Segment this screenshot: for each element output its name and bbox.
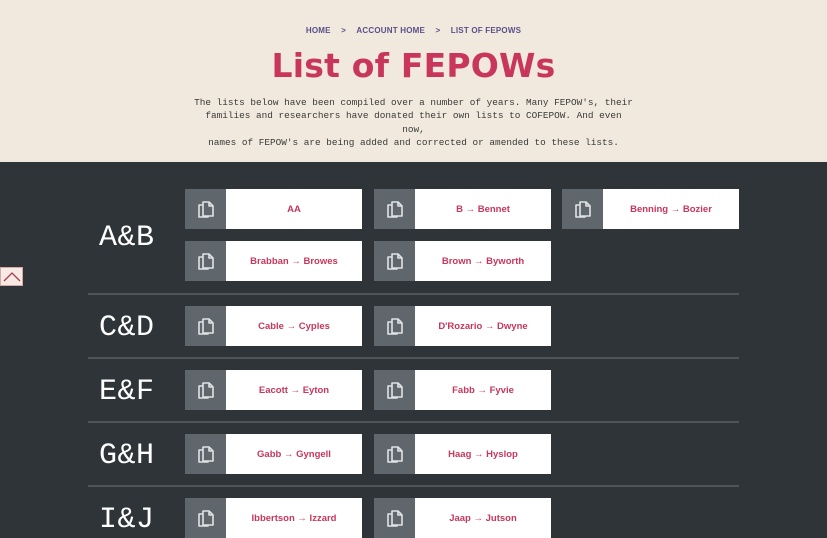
documents-icon <box>185 498 226 538</box>
list-card-label: Ibbertson → Izzard <box>226 498 362 538</box>
list-card-ibbertson-izzard[interactable]: Ibbertson → Izzard <box>185 498 362 538</box>
list-card-label: Cable → Cyples <box>226 306 362 346</box>
documents-icon <box>374 434 415 474</box>
list-card-haag-hyslop[interactable]: Haag → Hyslop <box>374 434 551 474</box>
documents-icon <box>185 306 226 346</box>
list-card-label: AA <box>226 189 362 229</box>
page-header: HOME > ACCOUNT HOME > LIST OF FEPOWS Lis… <box>0 0 827 162</box>
intro-line: names of FEPOW's are being added and cor… <box>208 136 619 148</box>
section-heading-g-h: G&H <box>99 439 155 473</box>
section-heading-c-d: C&D <box>99 311 155 345</box>
breadcrumb-current: LIST OF FEPOWS <box>450 26 522 35</box>
section-divider <box>88 293 739 295</box>
list-card-label: Brown → Byworth <box>415 241 551 281</box>
list-card-gabb-gyngell[interactable]: Gabb → Gyngell <box>185 434 362 474</box>
section-divider <box>88 357 739 359</box>
section-divider <box>88 421 739 423</box>
list-card-eacott-eyton[interactable]: Eacott → Eyton <box>185 370 362 410</box>
documents-icon <box>374 370 415 410</box>
list-card-brabban-browes[interactable]: Brabban → Browes <box>185 241 362 281</box>
intro-text: The lists below have been compiled over … <box>193 96 634 149</box>
documents-icon <box>374 189 415 229</box>
documents-icon <box>185 434 226 474</box>
list-card-label: Fabb → Fyvie <box>415 370 551 410</box>
list-card-label: Gabb → Gyngell <box>226 434 362 474</box>
list-card-label: Haag → Hyslop <box>415 434 551 474</box>
list-card-label: Jaap → Jutson <box>415 498 551 538</box>
list-card-b-bennet[interactable]: B → Bennet <box>374 189 551 229</box>
documents-icon <box>374 306 415 346</box>
list-card-label: B → Bennet <box>415 189 551 229</box>
list-card-aa[interactable]: AA <box>185 189 362 229</box>
breadcrumb: HOME > ACCOUNT HOME > LIST OF FEPOWS <box>0 26 827 35</box>
list-card-fabb-fyvie[interactable]: Fabb → Fyvie <box>374 370 551 410</box>
documents-icon <box>562 189 603 229</box>
list-card-label: Eacott → Eyton <box>226 370 362 410</box>
list-card-benning-bozier[interactable]: Benning → Bozier <box>562 189 739 229</box>
list-card-label: Brabban → Browes <box>226 241 362 281</box>
chevron-up-icon <box>3 267 21 286</box>
page-title: List of FEPOWs <box>271 46 556 85</box>
intro-line: The lists below have been compiled over … <box>194 97 633 108</box>
documents-icon <box>185 189 226 229</box>
section-divider <box>88 485 739 487</box>
section-heading-i-j: I&J <box>99 503 155 537</box>
breadcrumb-home[interactable]: HOME <box>306 26 331 35</box>
documents-icon <box>185 370 226 410</box>
scroll-to-top-button[interactable] <box>0 267 23 286</box>
breadcrumb-separator: > <box>341 26 346 35</box>
list-card-brown-byworth[interactable]: Brown → Byworth <box>374 241 551 281</box>
breadcrumb-account-home[interactable]: ACCOUNT HOME <box>356 26 425 35</box>
documents-icon <box>374 241 415 281</box>
list-card-cable-cyples[interactable]: Cable → Cyples <box>185 306 362 346</box>
section-heading-e-f: E&F <box>99 375 155 409</box>
section-heading-a-b: A&B <box>99 221 155 255</box>
list-card-jaap-jutson[interactable]: Jaap → Jutson <box>374 498 551 538</box>
breadcrumb-separator: > <box>435 26 441 35</box>
list-card-label: Benning → Bozier <box>603 189 739 229</box>
list-card-label: D'Rozario → Dwyne <box>415 306 551 346</box>
intro-line: families and researchers have donated th… <box>205 110 622 135</box>
list-card-drozario-dwyne[interactable]: D'Rozario → Dwyne <box>374 306 551 346</box>
documents-icon <box>185 241 226 281</box>
documents-icon <box>374 498 415 538</box>
